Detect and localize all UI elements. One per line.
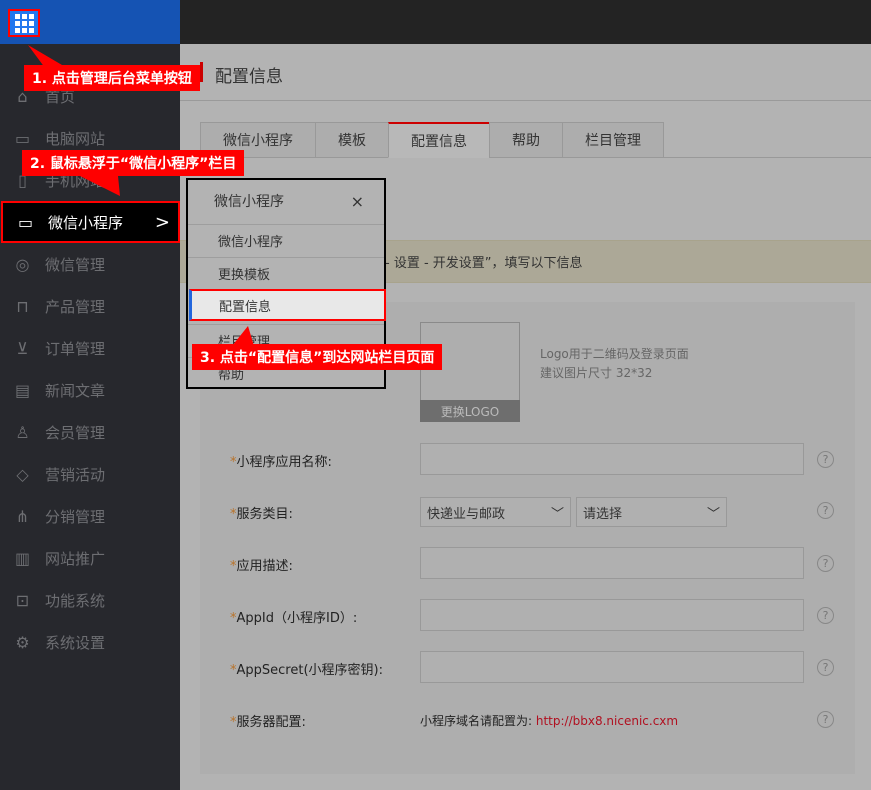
annotation-arrows [28, 45, 254, 346]
annotation-step-1: 1. 点击管理后台菜单按钮 [24, 65, 200, 91]
arrow-3 [232, 326, 254, 346]
annotation-step-3: 3. 点击“配置信息”到达网站栏目页面 [192, 344, 443, 370]
arrow-2 [80, 176, 120, 196]
annotation-step-2: 2. 鼠标悬浮于“微信小程序”栏目 [22, 150, 245, 176]
